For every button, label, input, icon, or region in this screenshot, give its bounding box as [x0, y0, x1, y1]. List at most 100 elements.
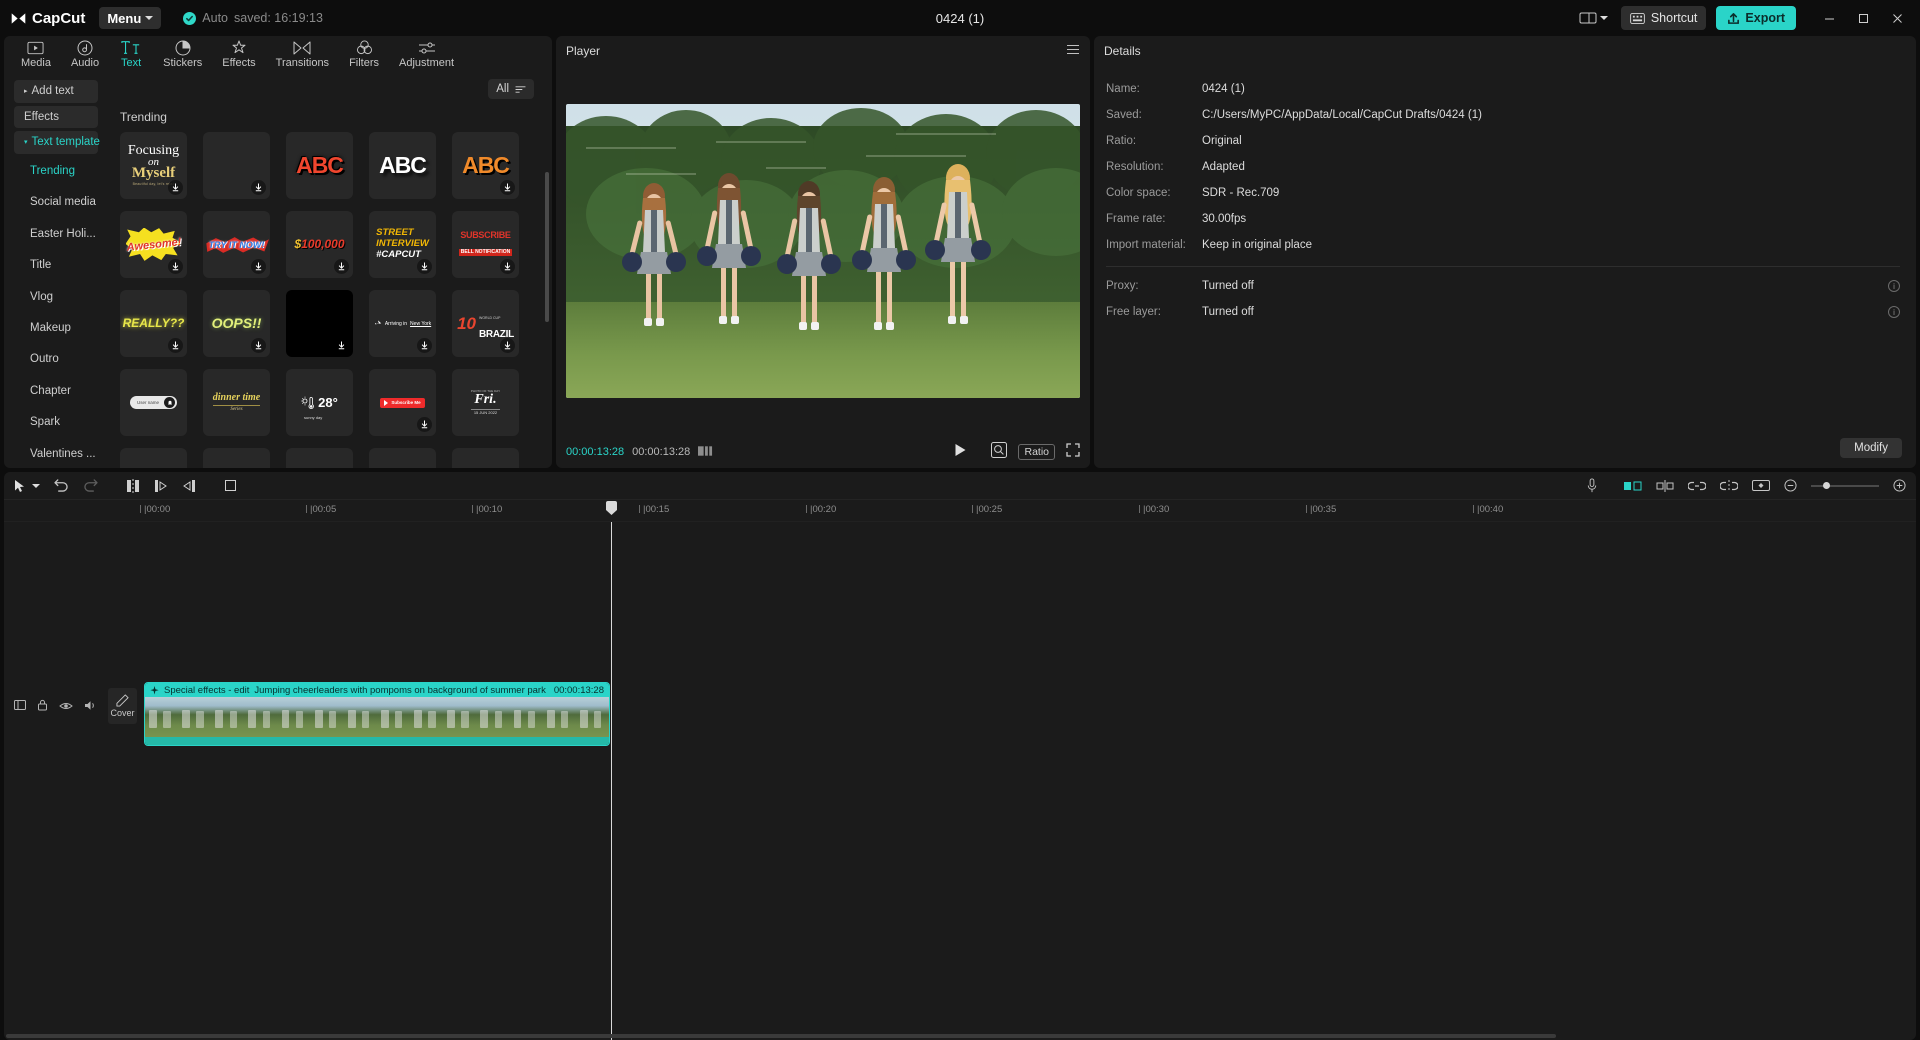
download-icon[interactable] [168, 180, 183, 195]
download-icon[interactable] [251, 259, 266, 274]
template-tile[interactable]: $100,000 [286, 211, 353, 278]
template-tile[interactable]: OOPS!! [203, 290, 270, 357]
template-tile[interactable] [203, 448, 270, 468]
zoom-slider-handle[interactable] [1823, 482, 1830, 489]
template-tile[interactable]: Subscribe Me [369, 369, 436, 436]
tab-audio[interactable]: Audio [62, 36, 108, 69]
tab-text[interactable]: Text [110, 36, 152, 69]
sidebar-item-effects[interactable]: Effects [14, 106, 98, 129]
download-icon[interactable] [417, 338, 432, 353]
mirror-button[interactable] [1624, 480, 1642, 492]
timeline-ruler[interactable]: |00:00 |00:05 |00:10 |00:15 |00:20 |00:2… [4, 500, 1916, 522]
grid-scrollbar[interactable] [545, 172, 549, 322]
template-tile[interactable] [286, 290, 353, 357]
split-button[interactable] [126, 479, 140, 493]
template-grid-scroll[interactable]: Focusing on Myself Beautiful day, let's … [104, 132, 552, 468]
playhead[interactable] [611, 522, 612, 1040]
download-icon[interactable] [500, 338, 515, 353]
menu-button[interactable]: Menu [99, 7, 161, 29]
template-tile[interactable]: ABC [369, 132, 436, 199]
export-button[interactable]: Export [1716, 6, 1796, 30]
crop-button[interactable] [224, 479, 237, 492]
template-tile[interactable]: dinner time Series [203, 369, 270, 436]
split-link-button[interactable] [1720, 480, 1738, 492]
template-tile[interactable] [286, 448, 353, 468]
sidebar-item-text-template[interactable]: ▾ Text template [14, 131, 98, 154]
timeline-tracks[interactable]: Cover Special effects - edit Jumping che… [4, 522, 1916, 1040]
eye-icon[interactable] [59, 698, 73, 716]
trim-left-button[interactable] [154, 479, 168, 493]
tab-media[interactable]: Media [12, 36, 60, 69]
modify-button[interactable]: Modify [1840, 438, 1902, 458]
template-tile[interactable]: PHOTO OF THE DAY Fri. 15 JUN 2022 [452, 369, 519, 436]
template-tile[interactable]: ABC [286, 132, 353, 199]
info-icon[interactable]: i [1888, 306, 1900, 318]
template-tile[interactable]: SUBSCRIBE BELL NOTIFICATION [452, 211, 519, 278]
maximize-button[interactable] [1846, 0, 1880, 36]
sidebar-item-vlog[interactable]: Vlog [14, 282, 98, 310]
select-tool-button[interactable] [14, 479, 26, 493]
sidebar-item-makeup[interactable]: Makeup [14, 314, 98, 342]
track-expand-icon[interactable] [14, 698, 26, 716]
video-preview[interactable] [566, 104, 1080, 398]
download-icon[interactable] [500, 259, 515, 274]
speaker-icon[interactable] [84, 698, 97, 716]
layout-switch-button[interactable] [1576, 8, 1611, 28]
fullscreen-button[interactable] [1066, 443, 1080, 462]
download-icon[interactable] [251, 180, 266, 195]
template-tile[interactable]: User name [120, 369, 187, 436]
shortcut-button[interactable]: Shortcut [1621, 6, 1707, 30]
sidebar-item-spark[interactable]: Spark [14, 408, 98, 436]
download-icon[interactable] [500, 180, 515, 195]
zoom-in-button[interactable] [1893, 479, 1906, 492]
sidebar-item-valentines[interactable]: Valentines ... [14, 440, 98, 468]
sidebar-item-outro[interactable]: Outro [14, 345, 98, 373]
sidebar-item-chapter[interactable]: Chapter [14, 377, 98, 405]
template-tile[interactable]: REALLY?? [120, 290, 187, 357]
sidebar-item-social-media[interactable]: Social media [14, 188, 98, 216]
download-icon[interactable] [168, 259, 183, 274]
play-button[interactable] [954, 443, 967, 462]
template-tile[interactable] [120, 448, 187, 468]
zoom-fit-button[interactable] [991, 442, 1007, 463]
close-button[interactable] [1880, 0, 1914, 36]
link-button[interactable] [1688, 480, 1706, 492]
download-icon[interactable] [168, 338, 183, 353]
template-tile[interactable] [203, 132, 270, 199]
ratio-button[interactable]: Ratio [1018, 444, 1055, 460]
lock-icon[interactable] [37, 698, 48, 716]
sidebar-item-trending[interactable]: Trending [14, 157, 98, 185]
download-icon[interactable] [251, 338, 266, 353]
template-tile[interactable]: ABC [452, 132, 519, 199]
download-icon[interactable] [334, 338, 349, 353]
template-tile[interactable] [369, 448, 436, 468]
download-icon[interactable] [417, 259, 432, 274]
tab-adjustment[interactable]: Adjustment [390, 36, 463, 69]
redo-button[interactable] [83, 479, 98, 492]
minimize-button[interactable] [1812, 0, 1846, 36]
zoom-out-button[interactable] [1784, 479, 1797, 492]
microphone-button[interactable] [1586, 478, 1598, 493]
timeline-scrollbar-thumb[interactable] [6, 1034, 1556, 1038]
template-tile[interactable]: Awesome! [120, 211, 187, 278]
tab-filters[interactable]: Filters [340, 36, 388, 69]
download-icon[interactable] [417, 417, 432, 432]
trim-right-button[interactable] [182, 479, 196, 493]
frames-icon[interactable] [698, 443, 713, 461]
select-tool-dropdown[interactable] [32, 484, 40, 488]
cover-button[interactable]: Cover [108, 688, 137, 724]
zoom-slider[interactable] [1811, 485, 1879, 487]
sidebar-item-easter-holiday[interactable]: Easter Holi... [14, 220, 98, 248]
filter-all-button[interactable]: All [488, 79, 534, 99]
tab-effects[interactable]: Effects [213, 36, 264, 69]
template-tile[interactable]: Focusing on Myself Beautiful day, let's … [120, 132, 187, 199]
align-button[interactable] [1656, 480, 1674, 492]
undo-button[interactable] [54, 479, 69, 492]
info-icon[interactable]: i [1888, 280, 1900, 292]
tab-transitions[interactable]: Transitions [267, 36, 338, 69]
sidebar-item-title[interactable]: Title [14, 251, 98, 279]
player-menu-button[interactable] [1066, 42, 1080, 60]
timeline-clip[interactable]: Special effects - edit Jumping cheerlead… [144, 682, 610, 746]
tab-stickers[interactable]: Stickers [154, 36, 211, 69]
sidebar-item-add-text[interactable]: ▸ Add text [14, 80, 98, 103]
